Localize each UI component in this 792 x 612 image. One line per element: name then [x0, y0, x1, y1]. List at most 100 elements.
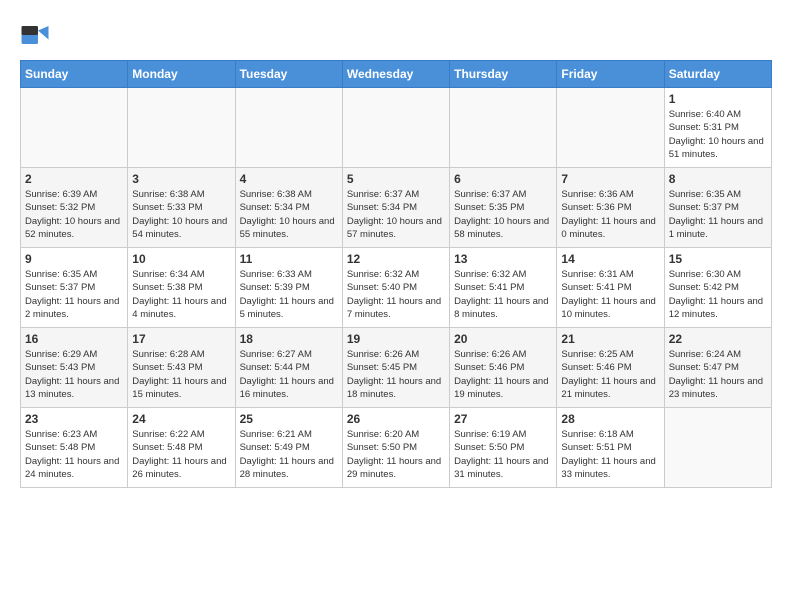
- day-info: Sunrise: 6:28 AM Sunset: 5:43 PM Dayligh…: [132, 348, 230, 401]
- weekday-header: Thursday: [450, 61, 557, 88]
- weekday-header-row: SundayMondayTuesdayWednesdayThursdayFrid…: [21, 61, 772, 88]
- day-info: Sunrise: 6:24 AM Sunset: 5:47 PM Dayligh…: [669, 348, 767, 401]
- calendar-cell: [664, 408, 771, 488]
- calendar-week-row: 9Sunrise: 6:35 AM Sunset: 5:37 PM Daylig…: [21, 248, 772, 328]
- calendar-cell: 8 Sunrise: 6:35 AM Sunset: 5:37 PM Daylig…: [664, 168, 771, 248]
- weekday-header: Tuesday: [235, 61, 342, 88]
- day-info: Sunrise: 6:26 AM Sunset: 5:45 PM Dayligh…: [347, 348, 445, 401]
- day-info: Sunrise: 6:19 AM Sunset: 5:50 PM Dayligh…: [454, 428, 552, 481]
- day-number: 24: [132, 412, 230, 426]
- day-number: 22: [669, 332, 767, 346]
- calendar-cell: 12 Sunrise: 6:32 AM Sunset: 5:40 PM Dayli…: [342, 248, 449, 328]
- day-number: 2: [25, 172, 123, 186]
- day-number: 28: [561, 412, 659, 426]
- day-info: Sunrise: 6:31 AM Sunset: 5:41 PM Dayligh…: [561, 268, 659, 321]
- calendar-week-row: 1 Sunrise: 6:40 AM Sunset: 5:31 PM Daylig…: [21, 88, 772, 168]
- day-info: Sunrise: 6:32 AM Sunset: 5:41 PM Dayligh…: [454, 268, 552, 321]
- day-info: Sunrise: 6:21 AM Sunset: 5:49 PM Dayligh…: [240, 428, 338, 481]
- logo: [20, 20, 54, 50]
- calendar-cell: 3 Sunrise: 6:38 AM Sunset: 5:33 PM Daylig…: [128, 168, 235, 248]
- calendar-cell: [128, 88, 235, 168]
- weekday-header: Friday: [557, 61, 664, 88]
- calendar-week-row: 2 Sunrise: 6:39 AM Sunset: 5:32 PM Daylig…: [21, 168, 772, 248]
- day-number: 19: [347, 332, 445, 346]
- day-number: 25: [240, 412, 338, 426]
- day-info: Sunrise: 6:27 AM Sunset: 5:44 PM Dayligh…: [240, 348, 338, 401]
- calendar-cell: 25 Sunrise: 6:21 AM Sunset: 5:49 PM Dayli…: [235, 408, 342, 488]
- calendar-cell: 14 Sunrise: 6:31 AM Sunset: 5:41 PM Dayli…: [557, 248, 664, 328]
- day-info: Sunrise: 6:36 AM Sunset: 5:36 PM Dayligh…: [561, 188, 659, 241]
- logo-icon: [20, 20, 50, 50]
- calendar-cell: 19 Sunrise: 6:26 AM Sunset: 5:45 PM Dayli…: [342, 328, 449, 408]
- calendar-cell: 13 Sunrise: 6:32 AM Sunset: 5:41 PM Dayli…: [450, 248, 557, 328]
- day-info: Sunrise: 6:26 AM Sunset: 5:46 PM Dayligh…: [454, 348, 552, 401]
- calendar-cell: 20 Sunrise: 6:26 AM Sunset: 5:46 PM Dayli…: [450, 328, 557, 408]
- calendar-cell: [21, 88, 128, 168]
- calendar-cell: 4 Sunrise: 6:38 AM Sunset: 5:34 PM Daylig…: [235, 168, 342, 248]
- day-number: 3: [132, 172, 230, 186]
- day-info: Sunrise: 6:25 AM Sunset: 5:46 PM Dayligh…: [561, 348, 659, 401]
- day-number: 18: [240, 332, 338, 346]
- day-info: Sunrise: 6:23 AM Sunset: 5:48 PM Dayligh…: [25, 428, 123, 481]
- day-number: 13: [454, 252, 552, 266]
- day-info: Sunrise: 6:38 AM Sunset: 5:34 PM Dayligh…: [240, 188, 338, 241]
- day-number: 20: [454, 332, 552, 346]
- day-info: Sunrise: 6:37 AM Sunset: 5:35 PM Dayligh…: [454, 188, 552, 241]
- day-number: 15: [669, 252, 767, 266]
- day-number: 26: [347, 412, 445, 426]
- weekday-header: Saturday: [664, 61, 771, 88]
- calendar-cell: 27 Sunrise: 6:19 AM Sunset: 5:50 PM Dayli…: [450, 408, 557, 488]
- calendar-cell: [342, 88, 449, 168]
- day-info: Sunrise: 6:32 AM Sunset: 5:40 PM Dayligh…: [347, 268, 445, 321]
- calendar-cell: 21 Sunrise: 6:25 AM Sunset: 5:46 PM Dayli…: [557, 328, 664, 408]
- calendar-cell: 23Sunrise: 6:23 AM Sunset: 5:48 PM Dayli…: [21, 408, 128, 488]
- calendar-cell: 15 Sunrise: 6:30 AM Sunset: 5:42 PM Dayli…: [664, 248, 771, 328]
- calendar-week-row: 16Sunrise: 6:29 AM Sunset: 5:43 PM Dayli…: [21, 328, 772, 408]
- calendar-table: SundayMondayTuesdayWednesdayThursdayFrid…: [20, 60, 772, 488]
- calendar-cell: 2 Sunrise: 6:39 AM Sunset: 5:32 PM Daylig…: [21, 168, 128, 248]
- calendar-week-row: 23Sunrise: 6:23 AM Sunset: 5:48 PM Dayli…: [21, 408, 772, 488]
- weekday-header: Monday: [128, 61, 235, 88]
- day-number: 7: [561, 172, 659, 186]
- day-info: Sunrise: 6:40 AM Sunset: 5:31 PM Dayligh…: [669, 108, 767, 161]
- day-number: 21: [561, 332, 659, 346]
- weekday-header: Wednesday: [342, 61, 449, 88]
- calendar-cell: 11 Sunrise: 6:33 AM Sunset: 5:39 PM Dayli…: [235, 248, 342, 328]
- day-number: 17: [132, 332, 230, 346]
- day-info: Sunrise: 6:35 AM Sunset: 5:37 PM Dayligh…: [669, 188, 767, 241]
- day-info: Sunrise: 6:39 AM Sunset: 5:32 PM Dayligh…: [25, 188, 123, 241]
- day-number: 12: [347, 252, 445, 266]
- day-number: 11: [240, 252, 338, 266]
- calendar-header: SundayMondayTuesdayWednesdayThursdayFrid…: [21, 61, 772, 88]
- calendar-cell: 28 Sunrise: 6:18 AM Sunset: 5:51 PM Dayli…: [557, 408, 664, 488]
- calendar-cell: 17 Sunrise: 6:28 AM Sunset: 5:43 PM Dayli…: [128, 328, 235, 408]
- calendar-cell: 24Sunrise: 6:22 AM Sunset: 5:48 PM Dayli…: [128, 408, 235, 488]
- calendar-cell: 1 Sunrise: 6:40 AM Sunset: 5:31 PM Daylig…: [664, 88, 771, 168]
- calendar-cell: [450, 88, 557, 168]
- day-info: Sunrise: 6:33 AM Sunset: 5:39 PM Dayligh…: [240, 268, 338, 321]
- day-number: 5: [347, 172, 445, 186]
- day-number: 8: [669, 172, 767, 186]
- day-number: 16: [25, 332, 123, 346]
- day-number: 6: [454, 172, 552, 186]
- calendar-cell: [557, 88, 664, 168]
- day-number: 1: [669, 92, 767, 106]
- page-header: [20, 20, 772, 50]
- day-number: 10: [132, 252, 230, 266]
- day-number: 4: [240, 172, 338, 186]
- calendar-cell: 10Sunrise: 6:34 AM Sunset: 5:38 PM Dayli…: [128, 248, 235, 328]
- day-info: Sunrise: 6:38 AM Sunset: 5:33 PM Dayligh…: [132, 188, 230, 241]
- day-number: 14: [561, 252, 659, 266]
- day-info: Sunrise: 6:30 AM Sunset: 5:42 PM Dayligh…: [669, 268, 767, 321]
- day-info: Sunrise: 6:37 AM Sunset: 5:34 PM Dayligh…: [347, 188, 445, 241]
- day-info: Sunrise: 6:18 AM Sunset: 5:51 PM Dayligh…: [561, 428, 659, 481]
- calendar-body: 1 Sunrise: 6:40 AM Sunset: 5:31 PM Daylig…: [21, 88, 772, 488]
- calendar-cell: 6 Sunrise: 6:37 AM Sunset: 5:35 PM Daylig…: [450, 168, 557, 248]
- calendar-cell: 26 Sunrise: 6:20 AM Sunset: 5:50 PM Dayli…: [342, 408, 449, 488]
- calendar-cell: 7 Sunrise: 6:36 AM Sunset: 5:36 PM Daylig…: [557, 168, 664, 248]
- weekday-header: Sunday: [21, 61, 128, 88]
- day-info: Sunrise: 6:20 AM Sunset: 5:50 PM Dayligh…: [347, 428, 445, 481]
- calendar-cell: [235, 88, 342, 168]
- calendar-cell: 16Sunrise: 6:29 AM Sunset: 5:43 PM Dayli…: [21, 328, 128, 408]
- day-number: 27: [454, 412, 552, 426]
